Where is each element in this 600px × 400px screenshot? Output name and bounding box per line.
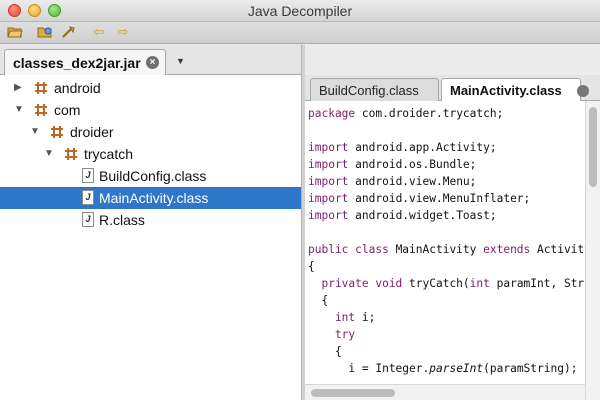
code-tab-bar: BuildConfig.class MainActivity.class bbox=[305, 75, 600, 101]
tree-item-r[interactable]: J R.class bbox=[0, 209, 301, 231]
tree-item-mainactivity[interactable]: J MainActivity.class bbox=[0, 187, 301, 209]
package-icon bbox=[35, 82, 47, 94]
horizontal-scrollbar[interactable] bbox=[305, 384, 585, 400]
code-line: import android.view.Menu; bbox=[308, 175, 477, 188]
tree-item-android[interactable]: ▶ android bbox=[0, 77, 301, 99]
tab-buildconfig[interactable]: BuildConfig.class bbox=[310, 78, 439, 101]
open-file-icon[interactable] bbox=[6, 24, 24, 40]
title-bar: Java Decompiler bbox=[0, 0, 600, 22]
scroll-thumb[interactable] bbox=[311, 389, 395, 397]
code-line: import android.os.Bundle; bbox=[308, 158, 477, 171]
class-file-icon: J bbox=[82, 190, 94, 205]
collapse-arrow-icon[interactable]: ▼ bbox=[14, 104, 24, 115]
settings-icon[interactable] bbox=[60, 24, 78, 40]
code-editor[interactable]: package com.droider.trycatch; import and… bbox=[305, 101, 585, 400]
code-line: import android.view.MenuInflater; bbox=[308, 192, 531, 205]
scroll-thumb[interactable] bbox=[589, 107, 597, 187]
class-file-icon: J bbox=[82, 168, 94, 183]
code-line: private void tryCatch(int paramInt, Str bbox=[308, 277, 585, 290]
vertical-scrollbar[interactable] bbox=[585, 101, 600, 400]
code-line: { bbox=[308, 294, 329, 307]
tree-item-com[interactable]: ▼ com bbox=[0, 99, 301, 121]
file-tab-bar: classes_dex2jar.jar × ▼ bbox=[0, 45, 301, 75]
code-line: package com.droider.trycatch; bbox=[308, 107, 504, 120]
chevron-down-icon[interactable]: ▼ bbox=[176, 56, 185, 66]
tree-item-label: R.class bbox=[99, 212, 145, 228]
tree-item-trycatch[interactable]: ▼ trycatch bbox=[0, 143, 301, 165]
code-line: import android.widget.Toast; bbox=[308, 209, 497, 222]
package-tree: ▶ android ▼ com ▼ droider ▼ trycatch J B… bbox=[0, 75, 301, 400]
forward-icon[interactable]: ⇨ bbox=[114, 24, 132, 40]
code-line: i = Integer.parseInt(paramString); bbox=[308, 362, 578, 375]
package-icon bbox=[65, 148, 77, 160]
tab-label: BuildConfig.class bbox=[319, 83, 419, 98]
package-icon bbox=[51, 126, 63, 138]
expand-arrow-icon[interactable]: ▶ bbox=[14, 82, 22, 93]
open-type-icon[interactable] bbox=[36, 24, 54, 40]
code-line: import android.app.Activity; bbox=[308, 141, 497, 154]
code-line: { bbox=[308, 260, 315, 273]
back-icon[interactable]: ⇦ bbox=[90, 24, 108, 40]
tree-item-droider[interactable]: ▼ droider bbox=[0, 121, 301, 143]
file-tab-label: classes_dex2jar.jar bbox=[13, 55, 141, 71]
tree-item-label: trycatch bbox=[84, 146, 134, 162]
tree-item-buildconfig[interactable]: J BuildConfig.class bbox=[0, 165, 301, 187]
tree-item-label: droider bbox=[70, 124, 114, 140]
tab-label: MainActivity.class bbox=[450, 83, 562, 98]
tree-item-label: MainActivity.class bbox=[99, 190, 209, 206]
tab-mainactivity[interactable]: MainActivity.class bbox=[441, 78, 581, 101]
code-line: int i; bbox=[308, 311, 376, 324]
code-line: try bbox=[308, 328, 356, 341]
package-icon bbox=[35, 104, 47, 116]
collapse-arrow-icon[interactable]: ▼ bbox=[30, 126, 40, 137]
close-icon[interactable] bbox=[577, 85, 589, 97]
close-icon[interactable]: × bbox=[146, 56, 159, 69]
tree-item-label: android bbox=[54, 80, 101, 96]
file-tab[interactable]: classes_dex2jar.jar × bbox=[4, 49, 166, 75]
collapse-arrow-icon[interactable]: ▼ bbox=[44, 148, 54, 159]
tree-item-label: BuildConfig.class bbox=[99, 168, 207, 184]
window-title: Java Decompiler bbox=[247, 3, 353, 19]
tree-item-label: com bbox=[54, 102, 81, 118]
toolbar: ⇦ ⇨ bbox=[0, 22, 600, 44]
code-line: public class MainActivity extends Activi… bbox=[308, 243, 585, 256]
class-file-icon: J bbox=[82, 212, 94, 227]
code-line: { bbox=[308, 345, 342, 358]
